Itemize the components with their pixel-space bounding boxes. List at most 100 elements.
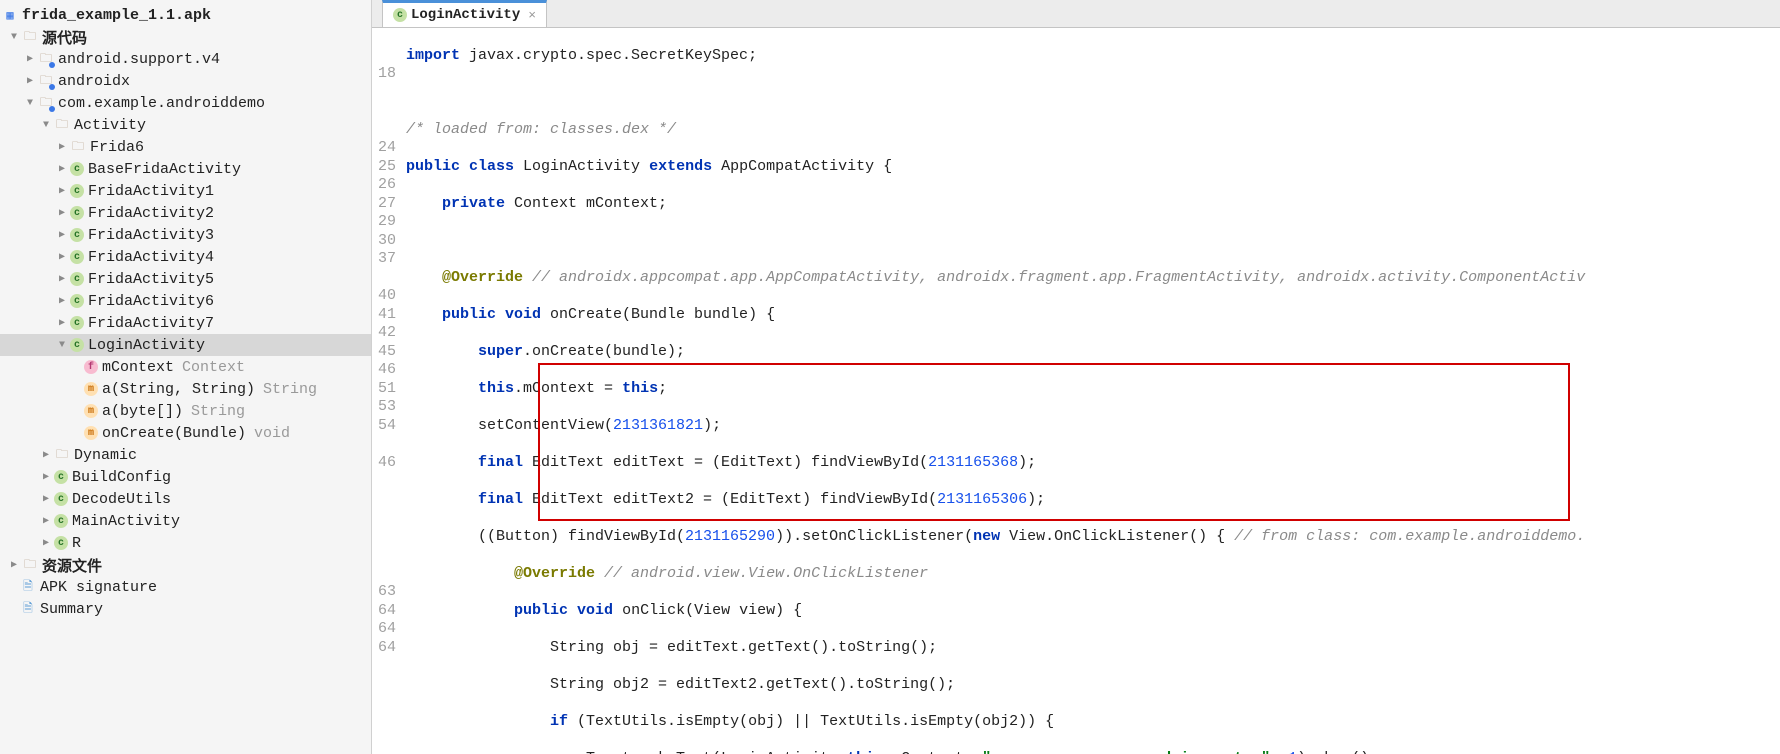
tree-item-frida1[interactable]: c FridaActivity1 [0,180,371,202]
package-icon: 🗀 [38,95,54,111]
summary-icon: 🗎 [20,601,36,617]
item-label: Dynamic [74,447,137,464]
member-type: String [263,381,317,398]
arrow-icon [56,317,68,329]
root-label: frida_example_1.1.apk [22,7,211,24]
method-icon: m [84,404,98,418]
class-icon: c [70,184,84,198]
tree-folder-dynamic[interactable]: 🗀 Dynamic [0,444,371,466]
folder-icon: 🗀 [22,29,38,45]
class-icon: c [54,492,68,506]
member-name: a(String, String) [102,381,255,398]
arrow-icon [56,185,68,197]
tree-pkg-example[interactable]: 🗀 com.example.androiddemo [0,92,371,114]
item-label: BaseFridaActivity [88,161,241,178]
tree-item-frida7[interactable]: c FridaActivity7 [0,312,371,334]
code-content[interactable]: import javax.crypto.spec.SecretKeySpec; … [402,28,1780,754]
editor-pane: c LoginActivity × 1824252627293037404142… [372,0,1780,754]
member-name: onCreate(Bundle) [102,425,246,442]
folder-icon: 🗀 [22,557,38,573]
item-label: DecodeUtils [72,491,171,508]
arrow-icon [40,537,52,549]
resources-label: 资源文件 [42,555,102,576]
item-label: Frida6 [90,139,144,156]
arrow-icon [56,340,68,351]
tree-item-mainactivity[interactable]: c MainActivity [0,510,371,532]
arrow-icon [56,163,68,175]
field-icon: f [84,360,98,374]
method-icon: m [84,426,98,440]
arrow-icon [24,98,36,109]
class-icon: c [70,338,84,352]
arrow-icon [40,471,52,483]
tab-label: LoginActivity [411,7,520,23]
item-label: FridaActivity5 [88,271,214,288]
class-icon: c [70,162,84,176]
tree-item-frida6[interactable]: 🗀 Frida6 [0,136,371,158]
class-icon: c [70,250,84,264]
pkg-label: android.support.v4 [58,51,220,68]
class-icon: c [54,514,68,528]
class-icon: c [70,206,84,220]
code-editor[interactable]: 1824252627293037404142454651535446636464… [372,28,1780,754]
tree-item-r[interactable]: c R [0,532,371,554]
class-icon: c [393,8,407,22]
class-icon: c [70,228,84,242]
arrow-icon [40,449,52,461]
tree-member-mcontext[interactable]: f mContext Context [0,356,371,378]
tree-folder-activity[interactable]: 🗀 Activity [0,114,371,136]
arrow-icon [8,559,20,571]
class-icon: c [54,470,68,484]
class-icon: c [70,294,84,308]
tree-item-frida3[interactable]: c FridaActivity3 [0,224,371,246]
source-root-label: 源代码 [42,27,87,48]
arrow-icon [8,32,20,43]
tree-item-frida4[interactable]: c FridaActivity4 [0,246,371,268]
class-icon: c [70,272,84,286]
method-icon: m [84,382,98,396]
tree-resources[interactable]: 🗀 资源文件 [0,554,371,576]
item-label: BuildConfig [72,469,171,486]
arrow-icon [40,515,52,527]
close-icon[interactable]: × [528,8,536,23]
pkg-label: com.example.androiddemo [58,95,265,112]
tree-member-a-string[interactable]: m a(String, String) String [0,378,371,400]
tree-apk-signature[interactable]: 🗎 APK signature [0,576,371,598]
item-label: FridaActivity4 [88,249,214,266]
folder-label: Activity [74,117,146,134]
class-icon: c [70,316,84,330]
tree-pkg-support[interactable]: 🗀 android.support.v4 [0,48,371,70]
tree-member-oncreate[interactable]: m onCreate(Bundle) void [0,422,371,444]
arrow-icon [24,75,36,87]
tree-member-a-byte[interactable]: m a(byte[]) String [0,400,371,422]
arrow-icon [40,120,52,131]
item-label: FridaActivity1 [88,183,214,200]
tree-summary[interactable]: 🗎 Summary [0,598,371,620]
member-name: a(byte[]) [102,403,183,420]
line-numbers: 1824252627293037404142454651535446636464… [372,28,402,754]
member-type: Context [182,359,245,376]
tree-pkg-androidx[interactable]: 🗀 androidx [0,70,371,92]
tree-source-root[interactable]: 🗀 源代码 [0,26,371,48]
tree-item-buildconfig[interactable]: c BuildConfig [0,466,371,488]
member-name: mContext [102,359,174,376]
arrow-icon [56,207,68,219]
tree-item-frida5[interactable]: c FridaActivity5 [0,268,371,290]
tab-loginactivity[interactable]: c LoginActivity × [382,0,547,27]
tree-root-apk[interactable]: ▦ frida_example_1.1.apk [0,4,371,26]
item-label: FridaActivity3 [88,227,214,244]
tree-item-frida2[interactable]: c FridaActivity2 [0,202,371,224]
apk-sig-label: APK signature [40,579,157,596]
tree-item-basefrida[interactable]: c BaseFridaActivity [0,158,371,180]
tree-item-decodeutils[interactable]: c DecodeUtils [0,488,371,510]
summary-label: Summary [40,601,103,618]
project-tree[interactable]: ▦ frida_example_1.1.apk 🗀 源代码 🗀 android.… [0,0,372,754]
arrow-icon [56,295,68,307]
class-icon: c [54,536,68,550]
arrow-icon [56,141,68,153]
arrow-icon [56,229,68,241]
folder-icon: 🗀 [70,139,86,155]
tree-item-frida6[interactable]: c FridaActivity6 [0,290,371,312]
arrow-icon [24,53,36,65]
tree-item-loginactivity[interactable]: c LoginActivity [0,334,371,356]
